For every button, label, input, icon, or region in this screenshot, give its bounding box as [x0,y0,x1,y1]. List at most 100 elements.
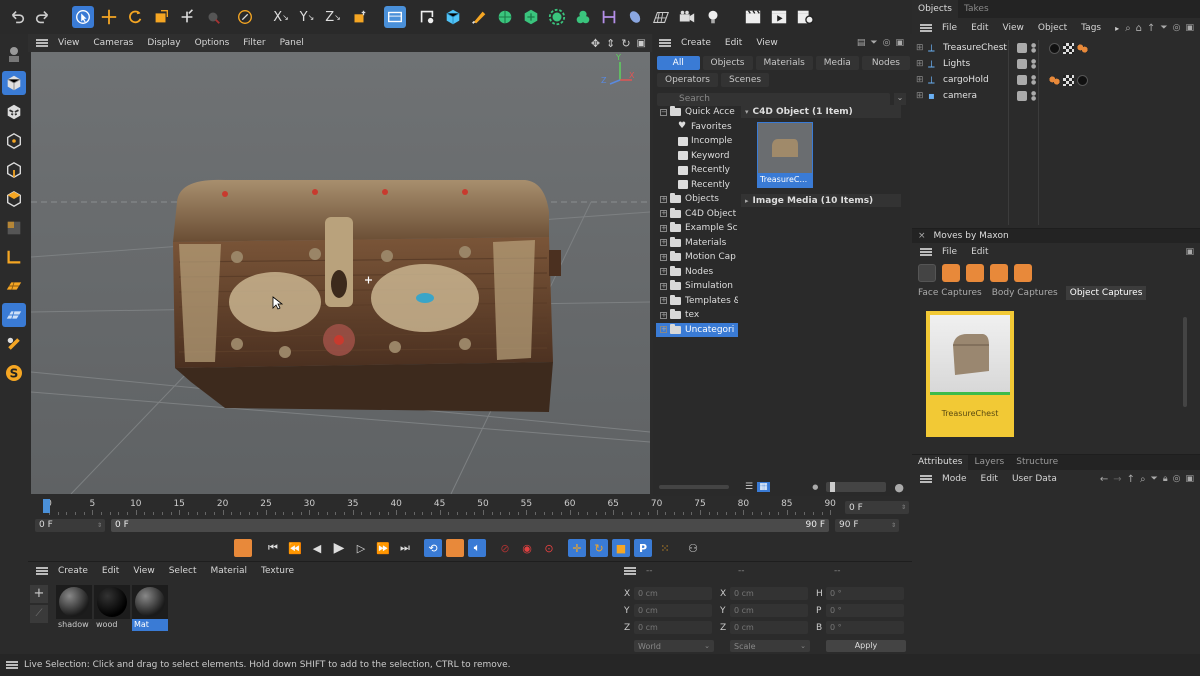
volume-icon[interactable] [624,6,646,28]
attr-menu-user-data[interactable]: User Data [1012,474,1057,484]
timeline-end-field[interactable]: 90 F ⇕ [835,518,899,532]
attr-menu-mode[interactable]: Mode [942,474,967,484]
obj-menu-object[interactable]: Object [1038,23,1067,33]
visibility-dots-icon[interactable]: ● ● [1031,43,1041,54]
cb-tree-item[interactable]: + Templates & [656,294,738,309]
timeline-range-slider[interactable]: 0 F 90 F [111,518,829,532]
objects-tab-takes[interactable]: Takes [958,0,995,18]
texture-mode-icon[interactable] [2,100,26,124]
cb-tree-item[interactable]: ♥ Favorites [656,120,738,135]
previous-frame-icon[interactable]: ◀ [308,539,326,557]
mat-menu-create[interactable]: Create [58,566,88,576]
cb-tab-materials[interactable]: Materials [755,55,813,70]
cb-menu-view[interactable]: View [756,38,777,48]
record-active-icon[interactable]: ◉ [518,539,536,557]
expand-icon[interactable]: ⊞ [916,59,925,69]
redo-icon[interactable] [32,6,54,28]
cb-asset-treasurechest[interactable]: TreasureC... [757,122,813,188]
go-to-end-icon[interactable]: ⏭ [396,539,414,557]
expand-icon[interactable]: + [660,282,667,290]
moves-capture-card[interactable]: TreasureChest [926,311,1014,437]
object-name[interactable]: Lights [943,59,1017,69]
cb-search-dropdown-icon[interactable]: ⌄ [894,93,906,105]
points-mode-icon[interactable] [2,129,26,153]
expand-icon[interactable]: + [660,195,667,203]
live-selection-icon[interactable] [72,6,94,28]
fps-icon[interactable] [446,539,464,557]
cb-target-icon[interactable]: ◎ [883,38,891,48]
orange-tag-icon[interactable] [1077,42,1088,54]
attr-lock-icon[interactable]: 🔒︎ [1163,474,1168,484]
cb-maximize-icon[interactable]: ▣ [895,38,904,48]
viewport-maximize-icon[interactable]: ▣ [637,38,646,49]
move-tool-icon[interactable] [98,6,120,28]
cb-layout-icon[interactable]: ▤ [857,38,866,48]
z-axis-lock-icon[interactable]: Z ↘ [322,6,344,28]
snap-icon[interactable] [234,6,256,28]
expand-icon[interactable]: + [660,253,667,261]
coord-value-field[interactable]: 0 cm [730,604,808,617]
add-material-icon[interactable]: + [30,585,48,603]
next-frame-icon[interactable]: ▷ [352,539,370,557]
material-menu-icon[interactable] [36,566,48,575]
layer-icon[interactable] [1017,43,1027,53]
deformer-icon[interactable] [546,6,568,28]
coord-value-field[interactable]: 0 cm [634,621,712,634]
render-view-icon[interactable] [384,6,406,28]
moves-import-icon[interactable] [1014,264,1032,282]
timeline-playhead[interactable] [43,499,50,513]
coord-value-field[interactable]: 0 ° [826,604,904,617]
obj-menu-edit[interactable]: Edit [971,23,988,33]
object-name[interactable]: TreasureChest [943,43,1017,53]
menu-view[interactable]: View [58,38,79,48]
expand-icon[interactable]: ⊞ [916,91,925,101]
attr-target-icon[interactable]: ◎ [1173,474,1181,484]
mat-menu-select[interactable]: Select [169,566,197,576]
visibility-dots-icon[interactable]: ● ● [1031,59,1041,70]
black-sphere-tag-icon[interactable] [1049,42,1060,54]
key-pla-icon[interactable]: ⁙ [656,539,674,557]
menu-cameras[interactable]: Cameras [93,38,133,48]
viewport-rotate-icon[interactable]: ↻ [621,37,630,50]
moves-maximize-icon[interactable]: ▣ [1185,247,1194,257]
record-disabled-icon[interactable]: ⊘ [496,539,514,557]
viewport-move-icon[interactable]: ✥ [591,37,600,50]
cb-filter-icon[interactable]: ⏷ [870,38,877,48]
object-name[interactable]: cargoHold [943,75,1017,85]
x-axis-lock-icon[interactable]: X ↘ [270,6,292,28]
moves-menu-file[interactable]: File [942,247,957,257]
coord-value-field[interactable]: 0 cm [730,621,808,634]
undo-icon[interactable] [6,6,28,28]
attr-tab-structure[interactable]: Structure [1010,455,1064,470]
mat-menu-texture[interactable]: Texture [261,566,294,576]
cb-tab-scenes[interactable]: Scenes [720,72,770,87]
moves-menu-icon[interactable] [920,248,932,256]
attributes-menu-icon[interactable] [920,475,932,483]
edges-mode-icon[interactable] [2,158,26,182]
obj-up-icon[interactable]: ↑ [1147,23,1155,34]
cb-tab-operators[interactable]: Operators [657,72,718,87]
cb-tab-objects[interactable]: Objects [702,55,753,70]
material-filter-icon[interactable]: ⟋ [30,605,48,623]
mograph-icon[interactable] [572,6,594,28]
expand-icon[interactable]: + [660,210,667,218]
viewport-dolly-icon[interactable]: ⇕ [606,37,615,50]
uv-mode-icon[interactable] [2,216,26,240]
viewport[interactable]: Y X Z [31,52,650,494]
obj-target-icon[interactable]: ◎ [1173,23,1181,33]
object-row[interactable]: ⊞ ⟂ TreasureChest ● ● [912,40,1200,56]
moves-tab-object[interactable]: Object Captures [1065,286,1147,300]
object-name[interactable]: camera [943,91,1017,101]
moves-menu-edit[interactable]: Edit [971,247,988,257]
cb-tree-item[interactable]: + Uncategori [656,322,738,337]
scale-select[interactable]: Scale ⌄ [730,640,810,652]
motion-system-icon[interactable]: ⚇ [684,539,702,557]
model-mode-icon[interactable] [2,42,26,66]
obj-menu-tags[interactable]: Tags [1081,23,1101,33]
layer-icon[interactable] [1017,91,1027,101]
coord-value-field[interactable]: 0 cm [730,587,808,600]
status-menu-icon[interactable] [6,661,18,669]
spline-pen-icon[interactable] [416,6,438,28]
y-axis-lock-icon[interactable]: Y ↘ [296,6,318,28]
obj-filter-icon[interactable]: ⏷ [1160,23,1167,33]
